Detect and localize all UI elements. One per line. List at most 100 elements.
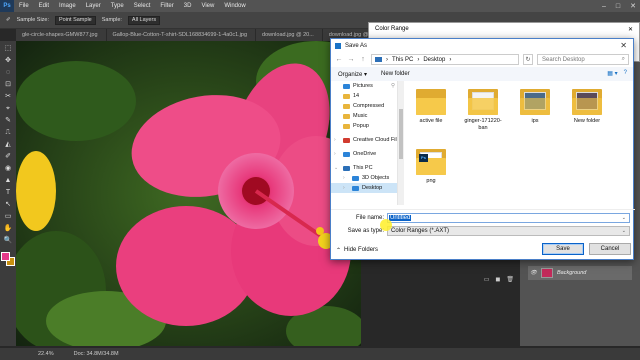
back-arrow-icon[interactable]: ← <box>335 56 343 63</box>
breadcrumb-desktop[interactable]: Desktop <box>423 57 445 63</box>
menu-filter[interactable]: Filter <box>155 3 178 9</box>
refresh-button[interactable]: ↻ <box>523 54 533 65</box>
shape-tool-icon[interactable]: ▭ <box>2 212 14 222</box>
quick-select-tool-icon[interactable]: ⊡ <box>2 80 14 90</box>
new-layer-icon[interactable]: ▭ <box>484 276 490 286</box>
menu-3d[interactable]: 3D <box>179 3 197 9</box>
nav-item-onedrive[interactable]: › OneDrive <box>331 149 397 159</box>
maximize-icon[interactable]: □ <box>616 3 620 10</box>
close-icon[interactable]: ✕ <box>630 2 636 10</box>
nav-item-label: This PC <box>353 165 373 171</box>
document-canvas[interactable] <box>16 41 361 346</box>
file-item-new-folder[interactable]: New folder <box>565 89 609 125</box>
stamp-tool-icon[interactable]: ◭ <box>2 140 14 150</box>
dialog-footer: ⌃ Hide Folders Save Cancel <box>331 239 635 261</box>
file-name-label: File name: <box>355 214 384 221</box>
nav-item-desktop[interactable]: › Desktop <box>331 183 397 193</box>
3d-objects-icon <box>352 175 359 181</box>
chevron-down-icon[interactable]: ⌄ <box>622 215 626 221</box>
file-name: ginger-171220-ban <box>464 118 502 131</box>
chevron-down-icon[interactable]: ⌄ <box>334 165 340 171</box>
help-icon[interactable]: ? <box>624 70 627 77</box>
zoom-tool-icon[interactable]: 🔍 <box>2 236 14 246</box>
nav-item-popup[interactable]: Popup <box>331 121 397 131</box>
minimize-icon[interactable]: – <box>602 3 606 10</box>
type-tool-icon[interactable]: T <box>2 188 14 198</box>
nav-item-music[interactable]: Music <box>331 111 397 121</box>
trash-icon[interactable]: 🗑 <box>506 276 514 286</box>
nav-item-creative-cloud[interactable]: › Creative Cloud Fil <box>331 135 397 145</box>
breadcrumb[interactable]: › This PC › Desktop › <box>371 54 519 65</box>
sample-size-select[interactable]: Point Sample <box>55 15 96 25</box>
eyedropper-icon[interactable]: ✐ <box>6 17 11 23</box>
chevron-right-icon[interactable]: › <box>343 175 349 181</box>
nav-item-compressed[interactable]: Compressed <box>331 101 397 111</box>
search-input[interactable]: Search Desktop ⌕ <box>537 54 629 65</box>
organize-button[interactable]: Organize ▾ <box>338 71 367 78</box>
menu-file[interactable]: File <box>14 3 34 9</box>
marquee-tool-icon[interactable]: ⬚ <box>2 44 14 54</box>
save-type-select[interactable]: Color Ranges (*.AXT) ⌄ <box>387 225 630 236</box>
path-select-tool-icon[interactable]: ↖ <box>2 200 14 210</box>
scrollbar-thumb[interactable] <box>399 109 403 159</box>
chevron-right-icon[interactable]: › <box>334 151 340 157</box>
nav-item-pictures[interactable]: Pictures ⚲ <box>331 81 397 91</box>
file-list: active file ginger-171220-ban ips New fo… <box>409 83 635 205</box>
file-item-ips[interactable]: ips <box>513 89 557 125</box>
menu-layer[interactable]: Layer <box>81 3 106 9</box>
file-item-png[interactable]: Ps png <box>409 149 453 185</box>
close-icon[interactable]: ✕ <box>620 41 627 50</box>
file-item-ginger[interactable]: ginger-171220-ban <box>461 89 505 131</box>
zoom-level[interactable]: 22.4% <box>38 351 54 357</box>
file-item-active-file[interactable]: active file <box>409 89 453 125</box>
color-swatches[interactable] <box>1 252 15 266</box>
color-range-close-icon[interactable]: ✕ <box>628 26 633 33</box>
file-name-input[interactable]: Untitled ⌄ <box>387 212 630 223</box>
sample-label: Sample: <box>101 17 122 23</box>
view-options-icon[interactable]: ▦ ▾ <box>607 70 617 77</box>
chevron-up-icon: ⌃ <box>336 247 342 254</box>
file-name: active file <box>419 118 443 124</box>
folder-icon <box>416 89 446 115</box>
eraser-tool-icon[interactable]: ◉ <box>2 164 14 174</box>
menu-image[interactable]: Image <box>54 3 81 9</box>
folder-icon <box>468 89 498 115</box>
chevron-right-icon[interactable]: › <box>334 137 340 143</box>
new-folder-button[interactable]: New folder <box>381 71 410 77</box>
healing-tool-icon[interactable]: ✎ <box>2 116 14 126</box>
history-brush-icon[interactable]: ✐ <box>2 152 14 162</box>
eyedropper-tool-icon[interactable]: ⌖ <box>2 104 14 114</box>
nav-item-3d-objects[interactable]: › 3D Objects <box>331 173 397 183</box>
nav-scrollbar[interactable] <box>398 81 404 205</box>
menu-select[interactable]: Select <box>129 3 156 9</box>
move-tool-icon[interactable]: ✥ <box>2 56 14 66</box>
gradient-tool-icon[interactable]: ▲ <box>2 176 14 186</box>
file-name: ips <box>531 118 539 124</box>
desktop-icon <box>352 185 359 191</box>
menu-view[interactable]: View <box>196 3 219 9</box>
breadcrumb-this-pc[interactable]: This PC <box>392 57 413 63</box>
foreground-color-swatch[interactable] <box>1 252 10 261</box>
brush-tool-icon[interactable]: ⎍ <box>2 128 14 138</box>
layer-row-background[interactable]: 👁 Background <box>528 266 632 280</box>
menu-type[interactable]: Type <box>106 3 129 9</box>
cancel-button[interactable]: Cancel <box>589 243 631 255</box>
chevron-right-icon[interactable]: › <box>343 185 349 191</box>
save-button[interactable]: Save <box>542 243 584 255</box>
nav-item-14[interactable]: 14 <box>331 91 397 101</box>
lasso-tool-icon[interactable]: ◌ <box>2 68 14 78</box>
hide-folders-toggle[interactable]: ⌃ Hide Folders <box>336 247 378 254</box>
camera-icon[interactable]: ◼ <box>495 276 500 286</box>
tab-document-3[interactable]: download.jpg @ 20... <box>256 29 323 41</box>
up-arrow-icon[interactable]: ↑ <box>359 56 367 63</box>
forward-arrow-icon[interactable]: → <box>347 56 355 63</box>
tab-document-1[interactable]: gle-circle-shapes-GMW877.jpg <box>16 29 107 41</box>
hand-tool-icon[interactable]: ✋ <box>2 224 14 234</box>
nav-item-this-pc[interactable]: ⌄ This PC <box>331 163 397 173</box>
eye-icon[interactable]: 👁 <box>530 270 537 276</box>
crop-tool-icon[interactable]: ✂ <box>2 92 14 102</box>
sample-select[interactable]: All Layers <box>127 15 161 25</box>
tab-document-2[interactable]: Gallop-Blue-Cotton-T-shirt-SDL168834699-… <box>107 29 257 41</box>
menu-window[interactable]: Window <box>219 3 250 9</box>
menu-edit[interactable]: Edit <box>34 3 54 9</box>
